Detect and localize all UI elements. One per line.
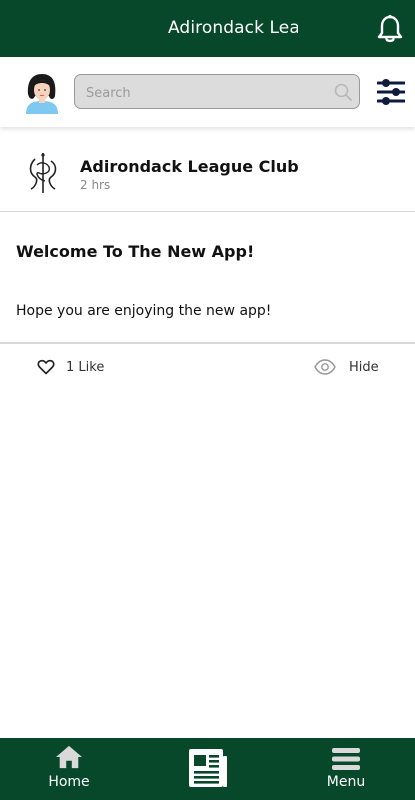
eye-icon: [314, 359, 336, 375]
club-logo: [29, 153, 57, 193]
nav-menu[interactable]: Menu: [320, 738, 372, 800]
bell-icon[interactable]: [374, 13, 406, 45]
post-actions: 1 Like Hide: [0, 344, 415, 388]
nav-menu-label: Menu: [326, 774, 366, 790]
hide-button[interactable]: Hide: [314, 357, 379, 377]
search-icon[interactable]: [333, 82, 353, 102]
user-avatar[interactable]: [20, 70, 64, 114]
post-author[interactable]: Adirondack League Club: [80, 157, 299, 176]
hide-label: Hide: [349, 359, 379, 375]
home-icon: [56, 745, 82, 769]
app-title: Adirondack League Club: [168, 18, 298, 38]
like-count: 1 Like: [66, 359, 105, 375]
top-bar: Adirondack League Club: [0, 0, 415, 57]
search-input[interactable]: [84, 81, 328, 105]
bottom-nav: Home Menu: [0, 738, 415, 800]
like-button[interactable]: 1 Like: [37, 357, 104, 377]
post-title: Welcome To The New App!: [16, 242, 255, 261]
newspaper-icon: [189, 749, 227, 787]
sliders-icon[interactable]: [377, 77, 405, 107]
post-time: 2 hrs: [80, 178, 111, 192]
search-bar: [0, 57, 415, 127]
post-text: Hope you are enjoying the new app!: [16, 303, 272, 319]
search-field[interactable]: [74, 74, 360, 109]
nav-home[interactable]: Home: [44, 738, 94, 800]
nav-news[interactable]: [182, 738, 232, 800]
heart-icon: [37, 359, 55, 375]
post-header: Adirondack League Club 2 hrs: [0, 127, 415, 212]
menu-icon: [332, 748, 360, 770]
post-body: Welcome To The New App! Hope you are enj…: [0, 212, 415, 342]
nav-home-label: Home: [48, 774, 90, 790]
